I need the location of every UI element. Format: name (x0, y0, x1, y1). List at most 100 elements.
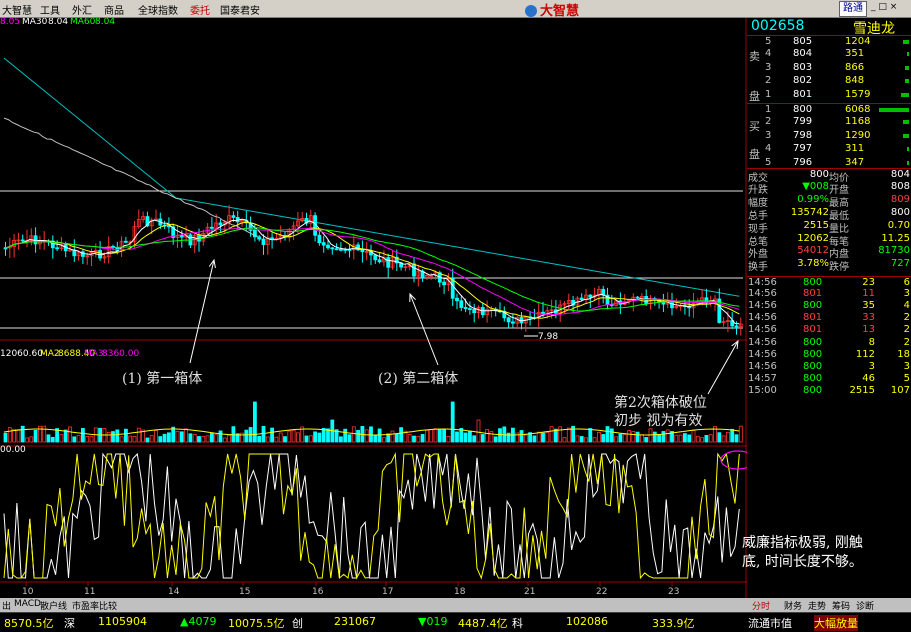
ticker-value: 102086 (566, 615, 608, 628)
quote-row[interactable]: 现手 2515 量比 0.70 (747, 220, 911, 235)
candle-body (506, 317, 511, 323)
bid-side-label[interactable]: 盘 (747, 146, 911, 161)
volume-bar (691, 430, 696, 443)
volume-bar (601, 434, 606, 443)
volume-bar (3, 432, 8, 443)
trade-tick-row[interactable]: 14:56 801 33 2 (747, 312, 911, 324)
volume-bar (420, 434, 425, 443)
tick-time: 15:00 (748, 384, 777, 396)
menu-forex[interactable]: 外汇 (72, 2, 92, 17)
ticker-value: 1105904 (98, 615, 147, 628)
trade-tick-row[interactable]: 14:56 800 8 2 (747, 337, 911, 349)
quote-value: 54012 (797, 245, 829, 257)
volume-bar (661, 431, 666, 443)
trade-tick-row[interactable]: 14:56 801 11 3 (747, 288, 911, 300)
trade-tick-row[interactable]: 15:00 800 2515 107 (747, 385, 911, 397)
volume-bar (545, 431, 550, 443)
tab-diagnose[interactable]: 诊断 (856, 599, 874, 612)
ask-row[interactable]: 5 805 1204 (747, 35, 911, 49)
tab-finance[interactable]: 财务 (784, 599, 802, 612)
volume-bar (184, 428, 189, 443)
tab-intraday[interactable]: 分时 (752, 599, 770, 612)
chart-area[interactable]: 7.988.05 MA30 8.04 MA60 8.0412060.60MA28688.… (0, 18, 747, 598)
volume-bar (81, 428, 85, 443)
ask-side-label[interactable]: 卖 (747, 48, 911, 63)
vol-legend-label: MA2 (40, 349, 60, 359)
candle-body (463, 307, 468, 309)
volume-bar (33, 429, 38, 443)
quote-row[interactable]: 换手 3.78% 跌停 727 (747, 258, 911, 273)
volume-bar (683, 433, 687, 443)
quote-value: 11.25 (881, 232, 910, 244)
quote-value: 727 (890, 258, 910, 270)
trade-tick-row[interactable]: 14:56 800 23 6 (747, 276, 911, 289)
candle-body (326, 244, 330, 249)
volume-bar (197, 436, 201, 443)
tab-out[interactable]: 出 (2, 599, 11, 612)
quote-row[interactable]: 外盘 54012 内盘 81730 (747, 245, 911, 260)
tab-chips[interactable]: 筹码 (832, 599, 850, 612)
trade-tick-row[interactable]: 14:56 801 13 2 (747, 324, 911, 336)
x-tick-label: 23 (668, 587, 679, 597)
volume-bar (72, 436, 77, 443)
ask-row[interactable]: 3 803 866 (747, 62, 911, 75)
tab-macd[interactable]: MACD (14, 599, 41, 609)
menu-dazhihui[interactable]: 大智慧 (2, 2, 32, 17)
ma-legend-value: 8.05 (0, 18, 20, 27)
vol-legend-label: MA3 (84, 349, 104, 359)
quote-row[interactable]: 升跌 ▼008 开盘 808 (747, 181, 911, 196)
quote-row[interactable]: 幅度 0.99% 最高 809 (747, 194, 911, 209)
menu-global-index[interactable]: 全球指数 (138, 2, 178, 17)
tick-volume: 46 (862, 372, 875, 384)
ask-side-label[interactable]: 盘 (747, 88, 911, 103)
quote-row[interactable]: 成交 800 均价 804 (747, 168, 911, 184)
arrow-box2 (409, 293, 439, 366)
trade-tick-row[interactable]: 14:56 800 35 4 (747, 300, 911, 312)
tick-volume: 11 (862, 288, 875, 300)
volume-bar (738, 425, 743, 443)
ask-row[interactable]: 2 802 848 (747, 75, 911, 88)
menu-trade[interactable]: 委托 (190, 2, 210, 17)
annotation-breakdown-1: 第2次箱体破位 (614, 395, 707, 411)
ticker-label: 流通市值 (748, 617, 792, 630)
stock-header[interactable]: 002658 雪迪龙 (747, 18, 911, 37)
quote-row[interactable]: 总手 135742 最低 800 (747, 207, 911, 222)
ask-volume: 1204 (845, 36, 871, 47)
tab-retail-line[interactable]: 散户线 (40, 599, 67, 612)
candle-body (360, 249, 365, 253)
tick-volume: 3 (868, 360, 875, 372)
window-controls[interactable]: _ □ × (871, 2, 909, 14)
volume-bar (536, 431, 541, 443)
candle-body (20, 239, 25, 242)
ticker-value: 231067 (334, 615, 376, 628)
route-button[interactable]: 路通 (839, 1, 867, 17)
candle-body (386, 257, 391, 268)
volume-bar (222, 437, 227, 443)
candle-body (261, 238, 266, 245)
quote-row[interactable]: 总笔 12062 每笔 11.25 (747, 232, 911, 248)
tick-price: 800 (803, 384, 823, 396)
ask-side-char: 卖 (749, 50, 760, 63)
menu-commodities[interactable]: 商品 (104, 2, 124, 17)
bid-row[interactable]: 1 800 6068 (747, 103, 911, 117)
tick-price: 800 (803, 277, 823, 288)
x-tick-label: 17 (382, 587, 393, 597)
ask-volume-bar (905, 79, 909, 84)
volume-bar (166, 432, 171, 443)
annotation-wr-1: 威廉指标极弱, 刚触 (742, 535, 863, 551)
tick-price: 800 (803, 348, 823, 360)
volume-bar (149, 435, 154, 443)
tab-trend[interactable]: 走势 (808, 599, 826, 612)
bid-side-label[interactable]: 买 (747, 118, 911, 133)
tab-pe-compare[interactable]: 市盈率比较 (72, 599, 117, 612)
menu-broker[interactable]: 国泰君安 (220, 2, 260, 17)
bid-volume-bar (879, 108, 909, 112)
volume-bar (734, 434, 739, 443)
menu-tools[interactable]: 工具 (40, 2, 60, 17)
volume-bar (674, 434, 679, 443)
trade-tick-row[interactable]: 14:56 800 3 3 (747, 361, 911, 373)
trade-tick-row[interactable]: 14:56 800 112 18 (747, 349, 911, 361)
tick-time: 14:56 (748, 312, 777, 324)
trade-tick-row[interactable]: 14:57 800 46 5 (747, 373, 911, 385)
volume-bar (493, 436, 498, 443)
